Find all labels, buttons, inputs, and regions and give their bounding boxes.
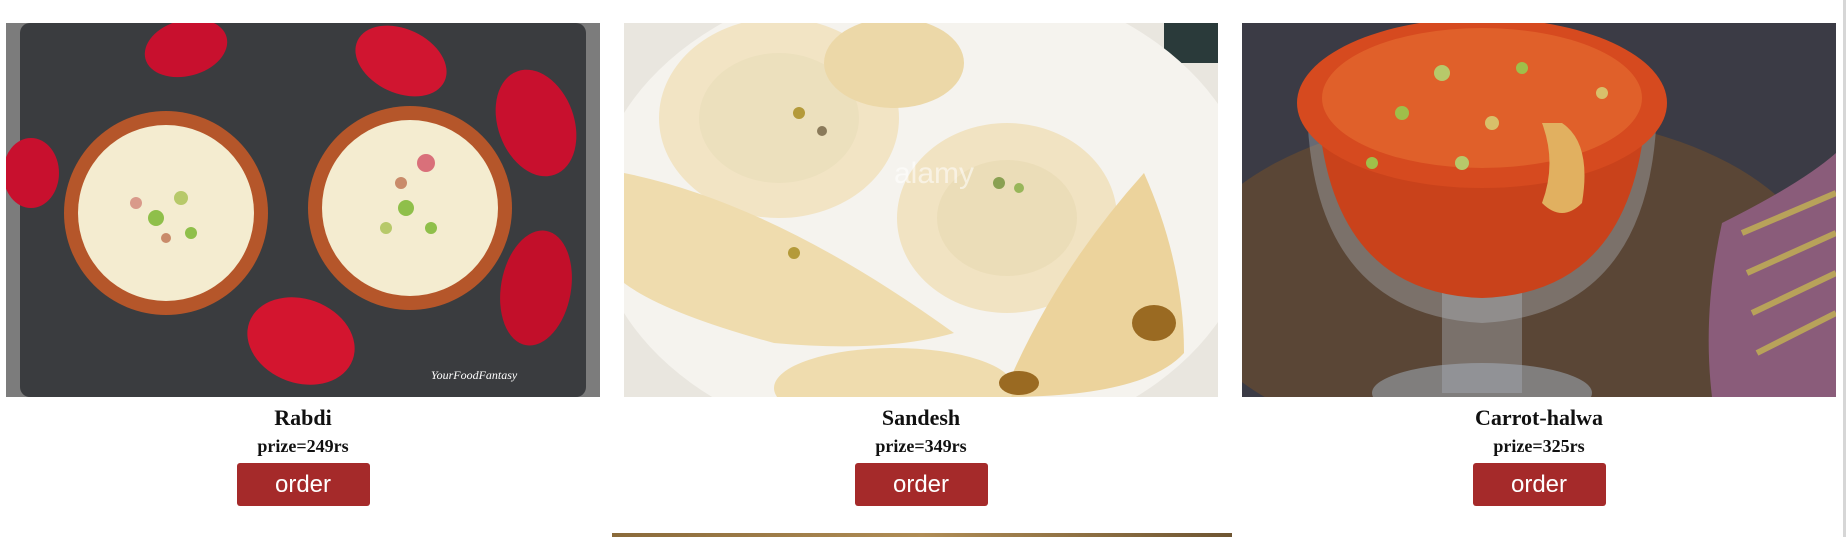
order-button-rabdi[interactable]: order xyxy=(236,463,370,506)
item-name: Rabdi xyxy=(274,405,332,430)
item-name: Sandesh xyxy=(881,405,961,430)
item-price: prize=249rs xyxy=(257,436,349,456)
product-card-rabdi: YourFoodFantasy Rabdi prize=249rs order xyxy=(6,23,600,513)
item-price: prize=349rs xyxy=(875,436,967,456)
next-row-image-edge xyxy=(612,533,1232,537)
sandesh-image: alamy xyxy=(624,23,1218,397)
rabdi-image: YourFoodFantasy xyxy=(6,23,600,397)
sandesh-image-watermark: alamy xyxy=(894,157,974,190)
product-card-carrot-halwa: Carrot-halwa prize=325rs order xyxy=(1242,23,1836,513)
carrot-halwa-image xyxy=(1242,23,1836,397)
product-card-sandesh: alamy Sandesh prize=349rs order xyxy=(624,23,1218,513)
order-button-carrot-halwa[interactable]: order xyxy=(1472,463,1606,506)
item-price: prize=325rs xyxy=(1493,436,1585,456)
item-name: Carrot-halwa xyxy=(1475,405,1603,430)
order-button-sandesh[interactable]: order xyxy=(854,463,988,506)
rabdi-image-watermark: YourFoodFantasy xyxy=(431,368,518,382)
